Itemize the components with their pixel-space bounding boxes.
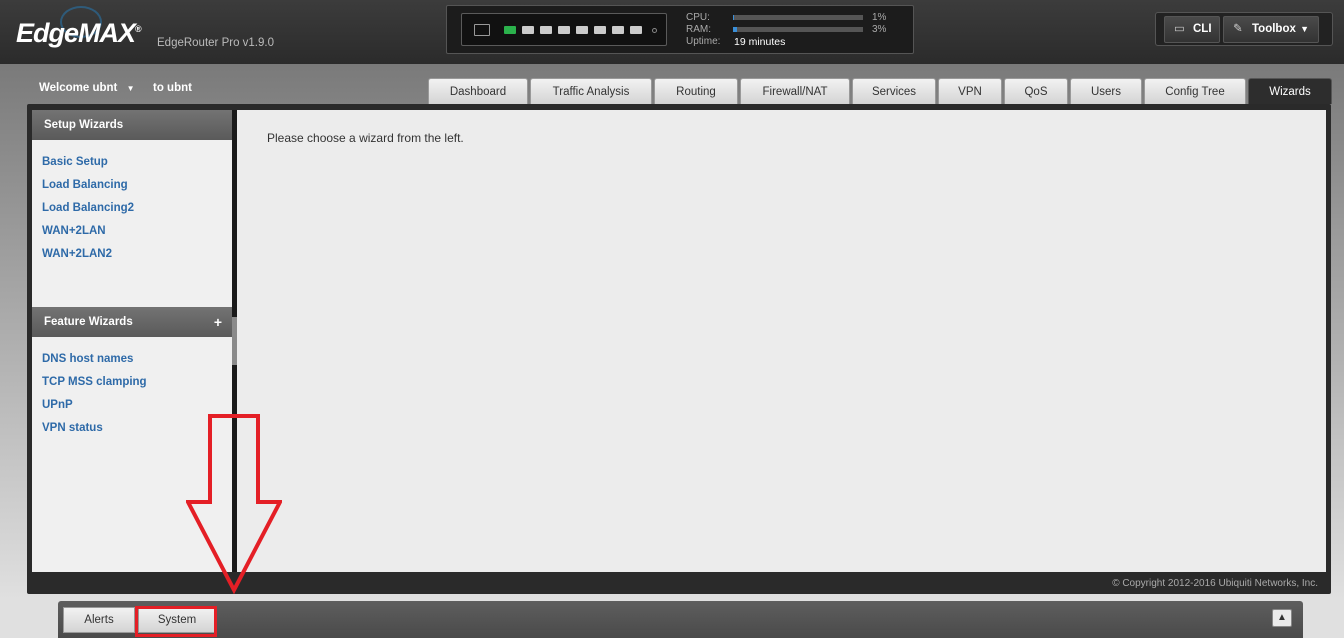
uptime-label: Uptime: [686, 36, 721, 47]
tab-config-tree[interactable]: Config Tree [1144, 78, 1246, 104]
status-panel: CPU: 1% RAM: 3% Uptime: 19 minutes [446, 5, 914, 54]
annotation-arrow-icon [186, 414, 282, 594]
tab-users[interactable]: Users [1070, 78, 1142, 104]
tab-dashboard[interactable]: Dashboard [428, 78, 528, 104]
tab-vpn[interactable]: VPN [938, 78, 1002, 104]
brand-logo: EdgeMAX® [16, 18, 142, 48]
port-panel [461, 13, 667, 46]
system-stats: CPU: 1% RAM: 3% Uptime: 19 minutes [686, 12, 896, 48]
wizard-link-basic-setup[interactable]: Basic Setup [42, 156, 108, 168]
arrow-shape [186, 414, 282, 594]
cpu-value: 1% [872, 12, 887, 23]
port-icon [540, 26, 552, 34]
tab-routing[interactable]: Routing [654, 78, 738, 104]
welcome-menu[interactable]: Welcome ubnt ▼ [39, 82, 135, 94]
uptime-value: 19 minutes [734, 36, 786, 48]
wizard-link-vpn-status[interactable]: VPN status [42, 422, 103, 434]
toolbox-button[interactable]: ✎ Toolbox ▼ [1223, 16, 1319, 43]
chevron-down-icon: ▼ [126, 84, 135, 93]
router-model: EdgeRouter Pro v1.9.0 [157, 37, 274, 49]
ram-bar [733, 27, 863, 32]
status-led-icon [652, 28, 657, 33]
ram-label: RAM: [686, 24, 711, 35]
tab-firewall-nat[interactable]: Firewall/NAT [740, 78, 850, 104]
wizard-link-load-balancing2[interactable]: Load Balancing2 [42, 202, 134, 214]
port-icon [630, 26, 642, 34]
port-icon [558, 26, 570, 34]
tool-group: ▭ CLI ✎ Toolbox ▼ [1155, 12, 1333, 46]
top-bar: EdgeMAX® EdgeRouter Pro v1.9.0 CPU: 1% R… [0, 0, 1344, 64]
sfp-port-icon [474, 24, 490, 36]
wizard-link-wan-2lan2[interactable]: WAN+2LAN2 [42, 248, 112, 260]
port-icon [594, 26, 606, 34]
ram-bar-fill [733, 27, 737, 32]
feature-wizards-header[interactable]: Feature Wizards + [32, 307, 232, 337]
cpu-bar [733, 15, 863, 20]
tab-wizards[interactable]: Wizards [1248, 78, 1332, 104]
annotation-highlight-box [135, 606, 217, 637]
wizard-link-wan-2lan[interactable]: WAN+2LAN [42, 225, 106, 237]
wizard-instruction: Please choose a wizard from the left. [267, 131, 464, 145]
cpu-bar-fill [733, 15, 735, 20]
to-user-label: to ubnt [153, 82, 192, 94]
port-icon [522, 26, 534, 34]
chevron-up-icon: ▲ [1277, 612, 1287, 623]
copyright-text: © Copyright 2012-2016 Ubiquiti Networks,… [1112, 578, 1318, 589]
cpu-label: CPU: [686, 12, 710, 23]
wizard-link-tcp-mss-clamping[interactable]: TCP MSS clamping [42, 376, 147, 388]
tab-alerts[interactable]: Alerts [63, 607, 135, 633]
tab-qos[interactable]: QoS [1004, 78, 1068, 104]
tab-services[interactable]: Services [852, 78, 936, 104]
terminal-icon: ▭ [1174, 23, 1185, 35]
setup-wizards-header[interactable]: Setup Wizards [32, 110, 232, 140]
port-icon [612, 26, 624, 34]
chevron-down-icon: ▼ [1300, 24, 1309, 34]
wizard-content: Please choose a wizard from the left. [237, 110, 1326, 572]
wizard-link-dns-host-names[interactable]: DNS host names [42, 353, 133, 365]
expand-plus-icon[interactable]: + [214, 307, 222, 337]
port-icon [576, 26, 588, 34]
ram-value: 3% [872, 24, 887, 35]
wizard-link-load-balancing[interactable]: Load Balancing [42, 179, 128, 191]
wrench-icon: ✎ [1233, 23, 1243, 35]
cli-button[interactable]: ▭ CLI [1164, 16, 1220, 43]
tab-traffic-analysis[interactable]: Traffic Analysis [530, 78, 652, 104]
port-icon-active [504, 26, 516, 34]
bottom-bar: Alerts System ▲ [58, 601, 1303, 638]
collapse-panel-button[interactable]: ▲ [1272, 609, 1292, 627]
wizard-link-upnp[interactable]: UPnP [42, 399, 73, 411]
